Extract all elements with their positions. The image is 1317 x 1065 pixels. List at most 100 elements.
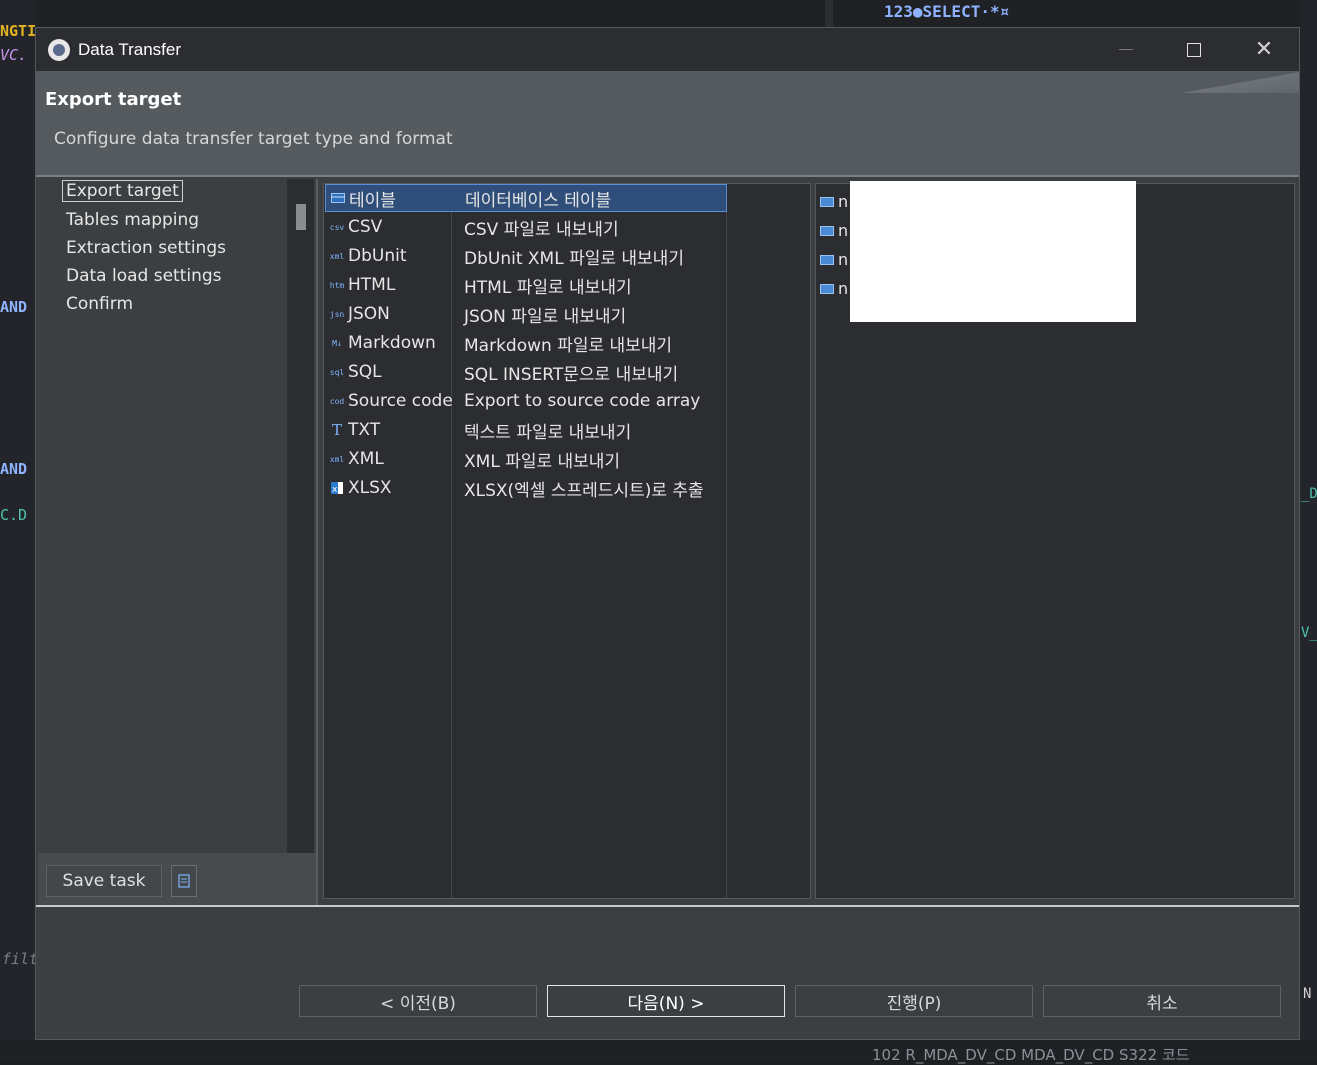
type-description: Export to source code array (464, 391, 701, 411)
type-description: 데이터베이스 테이블 (465, 190, 612, 211)
type-name: XML (348, 449, 384, 469)
type-description: XML 파일로 내보내기 (464, 451, 621, 472)
background-code-line: 123●SELECT·*¤ (884, 2, 1010, 21)
dbeaver-app-icon (48, 38, 70, 61)
next-button[interactable]: 다음(N) > (547, 985, 785, 1017)
svg-text:x: x (332, 485, 338, 495)
type-description: XLSX(엑셀 스프레드시트)로 추출 (464, 480, 704, 501)
close-icon: ✕ (1254, 37, 1274, 62)
xlsx-icon: x (329, 481, 345, 495)
nav-scrollbar[interactable] (287, 179, 314, 853)
window-title: Data Transfer (78, 39, 181, 59)
type-description: Markdown 파일로 내보내기 (464, 335, 673, 356)
save-task-button[interactable]: Save task (46, 865, 162, 897)
export-type-table: 테이블 데이터베이스 테이블 csv CSV CSV 파일로 내보내기 xml … (323, 183, 811, 899)
type-description: JSON 파일로 내보내기 (464, 306, 627, 327)
save-task-icon-button[interactable] (171, 865, 197, 897)
nav-item-tables-mapping[interactable]: Tables mapping (66, 210, 199, 230)
table-icon (820, 254, 834, 265)
background-code-fragment: AND (0, 460, 28, 478)
background-editor-right (1300, 0, 1317, 1060)
maximize-button[interactable] (1159, 28, 1229, 71)
table-icon (820, 196, 834, 207)
type-name: SQL (348, 362, 382, 382)
csv-icon: csv (329, 222, 345, 232)
txt-icon: T (331, 421, 342, 439)
target-label: n (838, 221, 849, 240)
wizard-nav: Export target Tables mapping Extraction … (38, 179, 316, 853)
footer-divider (36, 905, 1299, 907)
background-code-fragment: NGTI (0, 22, 37, 40)
type-name: Source code (348, 391, 453, 411)
nav-item-extraction-settings[interactable]: Extraction settings (66, 238, 226, 258)
wizard-header: Export target Configure data transfer ta… (36, 71, 1299, 175)
background-code-fragment: V_ (1301, 625, 1317, 641)
background-result-row: 102 R_MDA_DV_CD MDA_DV_CD S322 코드 (872, 1046, 1190, 1064)
target-list: n n n n (815, 181, 1295, 899)
type-row-json[interactable]: jsn JSON JSON 파일로 내보내기 (325, 300, 727, 328)
type-name: TXT (348, 420, 381, 440)
cancel-button[interactable]: 취소 (1043, 985, 1281, 1017)
nav-item-confirm[interactable]: Confirm (66, 294, 133, 314)
save-task-icon (178, 874, 190, 888)
json-icon: jsn (329, 309, 345, 319)
data-transfer-dialog: Data Transfer ✕ Export target Configure … (35, 27, 1300, 1040)
type-row-txt[interactable]: T TXT 텍스트 파일로 내보내기 (325, 416, 727, 444)
type-description: HTML 파일로 내보내기 (464, 277, 632, 298)
background-code-fragment: N (1303, 986, 1312, 1002)
header-decoration (1159, 71, 1299, 93)
proceed-button[interactable]: 진행(P) (795, 985, 1033, 1017)
type-description: DbUnit XML 파일로 내보내기 (464, 248, 684, 269)
type-row-sql[interactable]: sql SQL SQL INSERT문으로 내보내기 (325, 358, 727, 386)
type-row-html[interactable]: htm HTML HTML 파일로 내보내기 (325, 271, 727, 299)
nav-scrollbar-thumb[interactable] (296, 204, 306, 230)
redacted-area (850, 181, 1136, 322)
dbunit-icon: xml (329, 251, 345, 261)
type-name: JSON (348, 304, 390, 324)
code-icon: cod (329, 396, 345, 406)
type-name: DbUnit (348, 246, 407, 266)
title-bar[interactable]: Data Transfer ✕ (36, 28, 1299, 71)
nav-item-export-target[interactable]: Export target (62, 180, 183, 202)
background-editor-left (0, 0, 36, 1060)
sql-icon: sql (329, 367, 345, 377)
type-description: 텍스트 파일로 내보내기 (464, 422, 632, 443)
background-code-fragment: VC. (0, 46, 28, 64)
back-button[interactable]: < 이전(B) (299, 985, 537, 1017)
background-code-fragment: C.D (0, 506, 28, 524)
type-description: CSV 파일로 내보내기 (464, 219, 619, 240)
table-icon (330, 191, 346, 205)
type-row-markdown[interactable]: M↓ Markdown Markdown 파일로 내보내기 (325, 329, 727, 357)
type-name: Markdown (348, 333, 436, 353)
target-list-item[interactable]: n (820, 192, 848, 211)
type-description: SQL INSERT문으로 내보내기 (464, 364, 679, 385)
target-list-item[interactable]: n (820, 250, 848, 269)
target-label: n (838, 192, 849, 211)
nav-item-data-load-settings[interactable]: Data load settings (66, 266, 222, 286)
task-bar: Save task (38, 853, 316, 905)
background-code-fragment: _DV (1301, 486, 1317, 502)
type-row-csv[interactable]: csv CSV CSV 파일로 내보내기 (325, 213, 727, 241)
markdown-icon: M↓ (332, 338, 342, 348)
nav-splitter[interactable] (316, 179, 318, 905)
type-row-table[interactable]: 테이블 데이터베이스 테이블 (325, 184, 727, 212)
header-divider (36, 175, 1299, 177)
close-button[interactable]: ✕ (1229, 28, 1299, 71)
type-row-dbunit[interactable]: xml DbUnit DbUnit XML 파일로 내보내기 (325, 242, 727, 270)
table-icon (820, 225, 834, 236)
target-label: n (838, 250, 849, 269)
type-name: CSV (348, 217, 383, 237)
minimize-icon (1119, 49, 1133, 50)
type-name: 테이블 (349, 190, 396, 211)
type-row-source-code[interactable]: cod Source code Export to source code ar… (325, 387, 727, 415)
minimize-button[interactable] (1091, 28, 1161, 71)
target-label: n (838, 279, 849, 298)
maximize-icon (1187, 42, 1201, 57)
type-row-xml[interactable]: xml XML XML 파일로 내보내기 (325, 445, 727, 473)
target-list-item[interactable]: n (820, 279, 848, 298)
type-row-xlsx[interactable]: x XLSX XLSX(엑셀 스프레드시트)로 추출 (325, 474, 727, 502)
target-list-item[interactable]: n (820, 221, 848, 240)
table-icon (820, 283, 834, 294)
html-icon: htm (329, 280, 345, 290)
background-splitter (825, 0, 833, 28)
